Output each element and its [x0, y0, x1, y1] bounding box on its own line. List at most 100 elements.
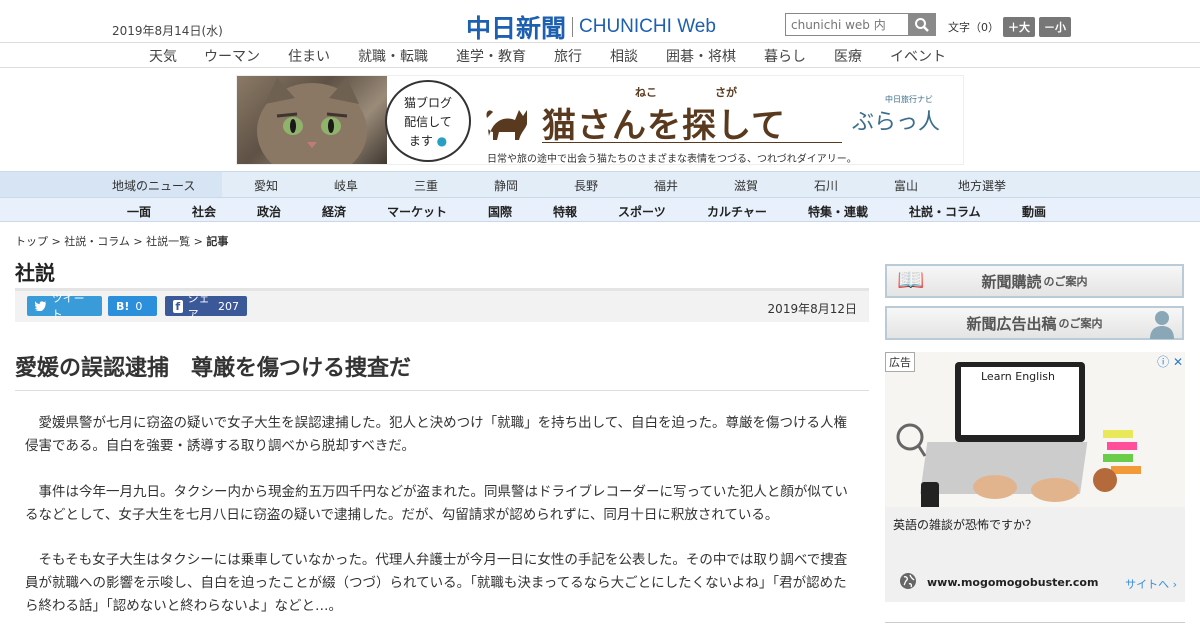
- topnav-item[interactable]: 天気: [149, 46, 177, 66]
- section-item[interactable]: 特報: [553, 203, 577, 220]
- ad-contact-suffix: のご案内: [1058, 317, 1103, 330]
- font-size-up-button[interactable]: ＋大: [1003, 17, 1035, 37]
- cat-silhouette-icon: [486, 110, 527, 140]
- paw-icon: ●: [436, 134, 448, 148]
- logo-english: CHUNICHI Web: [579, 16, 716, 38]
- region-item[interactable]: 滋賀: [734, 177, 758, 194]
- breadcrumb-separator: >: [190, 235, 207, 248]
- hatena-bookmark-button[interactable]: B! 0: [108, 296, 157, 316]
- section-item[interactable]: 動画: [1022, 203, 1046, 220]
- breadcrumb-link[interactable]: 社説一覧: [146, 235, 190, 248]
- subscribe-button[interactable]: 📖 新聞購読 のご案内: [885, 264, 1184, 298]
- topnav-item[interactable]: イベント: [890, 46, 946, 66]
- section-item[interactable]: 国際: [488, 203, 512, 220]
- section-item[interactable]: カルチャー: [707, 203, 767, 220]
- ad-label: 広告: [885, 352, 915, 372]
- chevron-right-icon: ›: [1172, 578, 1177, 591]
- topnav-item[interactable]: 暮らし: [764, 46, 806, 66]
- hatena-icon: B!: [116, 299, 130, 313]
- banner-brand: ぶらっ人: [852, 110, 941, 135]
- topnav-item[interactable]: 医療: [834, 46, 862, 66]
- tweet-button[interactable]: ツイート: [27, 292, 102, 321]
- topnav-item[interactable]: 進学・教育: [456, 46, 526, 66]
- topnav-item[interactable]: 囲碁・将棋: [666, 46, 736, 66]
- region-item[interactable]: 地方選挙: [958, 177, 1006, 194]
- article-paragraph: 愛媛県警が七月に窃盗の疑いで女子大生を誤認逮捕した。犯人と決めつけ「就職」を持ち…: [25, 415, 848, 454]
- adchoices-icon[interactable]: ⓘ ✕: [1157, 353, 1183, 370]
- font-size-down-button[interactable]: －小: [1039, 17, 1071, 37]
- topnav-item[interactable]: 就職・転職: [358, 46, 428, 66]
- bubble-line: ます ●: [387, 132, 469, 151]
- subscribe-suffix: のご案内: [1043, 275, 1088, 288]
- article-paragraph: そもそも女子大生はタクシーには乗車していなかった。代理人弁護士が今月一日に女性の…: [25, 552, 848, 614]
- cat-blog-banner[interactable]: 猫ブログ 配信して ます ● ねこ さが 猫さんを探して 中日旅行ナビ ぶらっ人…: [236, 75, 964, 165]
- logo-japanese: 中日新聞: [466, 14, 567, 43]
- region-item[interactable]: 三重: [414, 177, 438, 194]
- section-navigation: 一面 社会 政治 経済 マーケット 国際 特報 スポーツ カルチャー 特集・連載…: [0, 197, 1200, 222]
- section-item[interactable]: 経済: [322, 203, 346, 220]
- region-item[interactable]: 静岡: [494, 177, 518, 194]
- section-item[interactable]: 政治: [257, 203, 281, 220]
- facebook-share-button[interactable]: f シェア 207: [165, 292, 247, 321]
- ad-screen-text: Learn English: [981, 370, 1055, 383]
- sidebar-ad[interactable]: Learn English 広告 ⓘ ✕ 英語の雑談が恐怖ですか？ www.mo…: [885, 352, 1185, 602]
- ad-domain: www.mogomogobuster.com: [927, 576, 1099, 589]
- breadcrumb: トップ > 社説・コラム > 社説一覧 > 記事: [15, 233, 228, 249]
- article-headline: 愛媛の誤認逮捕 尊厳を傷つける捜査だ: [15, 356, 412, 381]
- search-button[interactable]: [908, 13, 936, 36]
- logo-en-chunichi: CHUNICHI: [579, 16, 672, 37]
- topnav-item[interactable]: ウーマン: [204, 46, 260, 66]
- headline-divider: [15, 390, 869, 391]
- breadcrumb-separator: >: [129, 235, 147, 248]
- section-item[interactable]: スポーツ: [618, 203, 666, 220]
- section-item[interactable]: 社説・コラム: [909, 203, 981, 220]
- region-item[interactable]: 富山: [894, 177, 918, 194]
- region-item[interactable]: 石川: [814, 177, 838, 194]
- region-label: 地域のニュース: [112, 179, 196, 193]
- page: 2019年8月14日(水) 中日新聞 CHUNICHI Web 文字（0） ＋大…: [0, 0, 1200, 630]
- region-label-box: 地域のニュース: [0, 172, 222, 198]
- section-item[interactable]: 特集・連載: [808, 203, 868, 220]
- publish-date: 2019年8月12日: [767, 302, 857, 316]
- topnav-item[interactable]: 相談: [610, 46, 638, 66]
- twitter-icon: [35, 301, 47, 311]
- font-size-label: 文字（0）: [948, 21, 999, 34]
- ad-image: Learn English: [885, 352, 1185, 507]
- banner-title: 猫さんを探して: [542, 106, 786, 146]
- topnav-item[interactable]: 旅行: [554, 46, 582, 66]
- search-icon: [915, 17, 929, 32]
- region-item[interactable]: 岐阜: [334, 177, 358, 194]
- banner-rule: [542, 142, 842, 143]
- article-paragraph: 事件は今年一月九日。タクシー内から現金約五万四千円などが盗まれた。同県警はドライ…: [25, 484, 848, 523]
- site-logo[interactable]: 中日新聞 CHUNICHI Web: [466, 9, 716, 45]
- region-navigation: 地域のニュース 愛知 岐阜 三重 静岡 長野 福井 滋賀 石川 富山 地方選挙: [0, 171, 1200, 198]
- banner-subtitle: 日常や旅の途中で出会う猫たちのさまざまな表情をつづる、つれづれダイアリー。: [487, 154, 857, 165]
- top-navigation: 天気 ウーマン 住まい 就職・転職 進学・教育 旅行 相談 囲碁・将棋 暮らし …: [0, 42, 1200, 68]
- section-title: 社説: [15, 261, 55, 285]
- logo-en-web: Web: [677, 16, 716, 37]
- logo-divider: [572, 17, 574, 37]
- region-item[interactable]: 福井: [654, 177, 678, 194]
- current-date: 2019年8月14日(水): [112, 24, 223, 38]
- globe-icon: [900, 573, 916, 589]
- search-input[interactable]: [785, 13, 908, 36]
- ad-text: 英語の雑談が恐怖ですか？: [893, 518, 1038, 532]
- ad-contact-button[interactable]: 新聞広告出稿 のご案内: [885, 306, 1184, 340]
- person-icon: [1150, 311, 1174, 339]
- cat-photo: [237, 76, 387, 164]
- bubble-text: ます: [408, 134, 433, 148]
- font-size-control: 文字（0） ＋大 －小: [948, 17, 1071, 37]
- book-icon: 📖: [897, 268, 925, 293]
- share-bar: ツイート B! 0 f シェア 207 2019年8月12日: [15, 288, 869, 322]
- section-item[interactable]: 社会: [192, 203, 216, 220]
- topnav-item[interactable]: 住まい: [288, 46, 330, 66]
- section-item[interactable]: 一面: [127, 203, 151, 220]
- region-item[interactable]: 愛知: [254, 177, 278, 194]
- section-item[interactable]: マーケット: [387, 203, 447, 220]
- breadcrumb-link[interactable]: 社説・コラム: [64, 235, 130, 248]
- hatena-count: 0: [135, 299, 143, 313]
- subscribe-label: 新聞購読: [981, 272, 1042, 291]
- breadcrumb-link[interactable]: トップ: [15, 235, 48, 248]
- region-item[interactable]: 長野: [574, 177, 598, 194]
- ad-site-link[interactable]: サイトへ ›: [1125, 576, 1177, 592]
